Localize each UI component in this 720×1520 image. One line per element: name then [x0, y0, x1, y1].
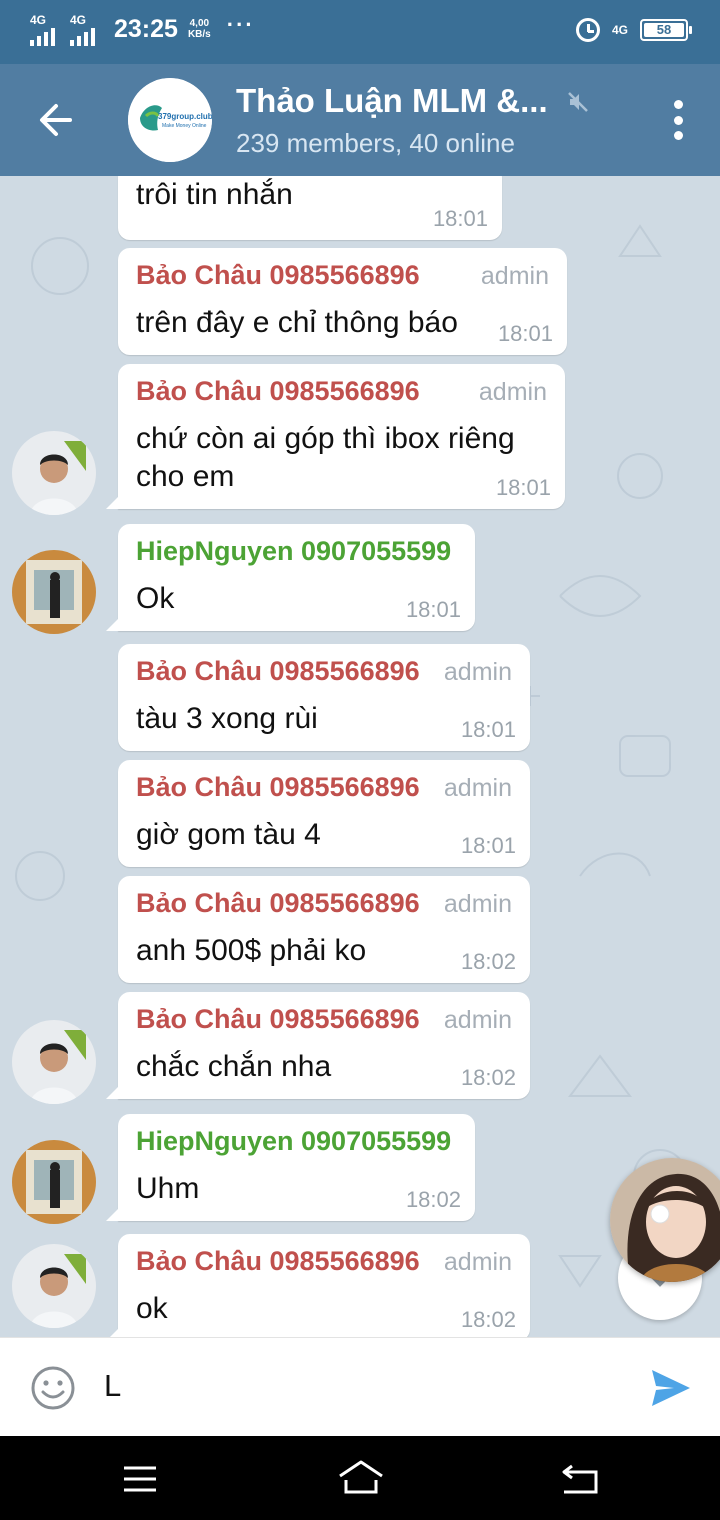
- avatar[interactable]: [12, 550, 96, 634]
- admin-badge: admin: [478, 378, 547, 406]
- status-bar: 4G 4G 23:25 4,00 KB/s ··· 4G 58: [0, 0, 720, 64]
- nav-back-button[interactable]: [560, 1462, 600, 1496]
- message-time: 18:02: [460, 949, 516, 974]
- sender-name[interactable]: Bảo Châu 0985566896: [136, 376, 420, 407]
- chat-header: 379group.club Make Money Online Thảo Luậ…: [0, 64, 720, 176]
- vertical-dots-icon[interactable]: [666, 100, 690, 140]
- sender-name[interactable]: Bảo Châu 0985566896: [136, 772, 420, 803]
- svg-text:379group.club: 379group.club: [158, 112, 212, 121]
- home-icon: [339, 1460, 383, 1494]
- more-notifications-icon: ···: [226, 12, 255, 37]
- speed-unit: KB/s: [187, 29, 211, 40]
- chat-title[interactable]: Thảo Luận MLM &...: [236, 82, 548, 120]
- system-navigation-bar: [0, 1436, 720, 1520]
- message-text: anh 500$ phải ko: [136, 934, 367, 967]
- message-text: giờ gom tàu 4: [136, 818, 321, 851]
- admin-badge: admin: [480, 262, 549, 290]
- nav-home-button[interactable]: [336, 1458, 386, 1498]
- message-bubble[interactable]: Bảo Châu 0985566896 admin chứ còn ai góp…: [106, 364, 565, 509]
- group-logo: 379group.club Make Money Online: [128, 78, 212, 162]
- message-bubble[interactable]: HiepNguyen 0907055599 Uhm 18:02: [106, 1114, 475, 1221]
- message-bubble[interactable]: Bảo Châu 0985566896 admin chắc chắn nha …: [106, 992, 530, 1099]
- return-icon: [562, 1464, 598, 1494]
- message-bubble[interactable]: Bảo Châu 0985566896 admin giờ gom tàu 4 …: [118, 760, 530, 867]
- message-text: trôi tin nhắn: [136, 178, 293, 211]
- speed-value: 4,00: [189, 18, 210, 29]
- signal-1-icon: 4G: [30, 13, 60, 46]
- alarm-icon: [575, 18, 600, 42]
- message-list[interactable]: trôi tin nhắn 18:01 Bảo Châu 0985566896 …: [0, 176, 720, 1337]
- svg-text:Make Money Online: Make Money Online: [162, 123, 207, 129]
- battery-icon: 58: [640, 19, 692, 41]
- message-bubble[interactable]: Bảo Châu 0985566896 admin trên đây e chỉ…: [118, 248, 567, 355]
- admin-badge: admin: [443, 658, 512, 686]
- emoji-button[interactable]: [30, 1365, 76, 1411]
- message-text: chứ còn ai góp thì ibox riêng: [136, 422, 515, 455]
- message-time: 18:01: [460, 833, 516, 858]
- message-time: 18:02: [460, 1307, 516, 1332]
- sender-name[interactable]: HiepNguyen 0907055599: [136, 536, 451, 567]
- admin-badge: admin: [443, 774, 512, 802]
- message-text: Ok: [136, 582, 175, 615]
- battery-level: 58: [644, 23, 684, 37]
- clock: 23:25: [114, 14, 178, 43]
- paper-plane-icon: [652, 1370, 690, 1406]
- message-text: trên đây e chỉ thông báo: [136, 306, 458, 339]
- message-time: 18:02: [460, 1065, 516, 1090]
- network-type-2: 4G: [70, 13, 87, 27]
- message-text: ok: [136, 1292, 168, 1325]
- admin-badge: admin: [443, 890, 512, 918]
- message-bubble[interactable]: Bảo Châu 0985566896 admin anh 500$ phải …: [118, 876, 530, 983]
- smiley-icon: [31, 1366, 75, 1410]
- member-count: 239 members, 40 online: [236, 128, 515, 158]
- message-bubble[interactable]: HiepNguyen 0907055599 Ok 18:01: [106, 524, 475, 631]
- avatar[interactable]: [12, 431, 96, 515]
- admin-badge: admin: [443, 1248, 512, 1276]
- sender-name[interactable]: Bảo Châu 0985566896: [136, 656, 420, 687]
- message-bubble[interactable]: trôi tin nhắn 18:01: [118, 176, 502, 240]
- sender-name[interactable]: HiepNguyen 0907055599: [136, 1126, 451, 1157]
- message-text: tàu 3 xong rùi: [136, 702, 318, 735]
- message-bubble[interactable]: Bảo Châu 0985566896 admin tàu 3 xong rùi…: [118, 644, 530, 751]
- arrow-left-icon: [40, 104, 72, 136]
- message-text: Uhm: [136, 1172, 200, 1205]
- message-time: 18:01: [495, 475, 551, 500]
- message-time: 18:02: [405, 1187, 461, 1212]
- message-time: 18:01: [497, 321, 553, 346]
- message-bubble[interactable]: Bảo Châu 0985566896 admin ok 18:02: [106, 1234, 530, 1337]
- hamburger-icon: [124, 1466, 156, 1492]
- signal-2-icon: 4G: [70, 13, 100, 46]
- message-time: 18:01: [460, 717, 516, 742]
- sender-name[interactable]: Bảo Châu 0985566896: [136, 888, 420, 919]
- network-speed: 4,00 KB/s: [188, 18, 211, 40]
- back-button[interactable]: [30, 94, 82, 146]
- network-type-right: 4G: [611, 23, 628, 37]
- message-time: 18:01: [405, 597, 461, 622]
- group-avatar[interactable]: 379group.club Make Money Online: [128, 78, 212, 162]
- sender-name[interactable]: Bảo Châu 0985566896: [136, 260, 420, 291]
- muted-speaker-icon: [566, 90, 590, 114]
- message-text: chắc chắn nha: [136, 1050, 332, 1083]
- avatar[interactable]: [12, 1020, 96, 1104]
- send-button[interactable]: [650, 1368, 692, 1408]
- nav-menu-button[interactable]: [122, 1464, 158, 1494]
- avatar[interactable]: [12, 1244, 96, 1328]
- sender-name[interactable]: Bảo Châu 0985566896: [136, 1004, 420, 1035]
- message-time: 18:01: [432, 206, 488, 231]
- message-composer: L: [0, 1337, 720, 1436]
- message-input[interactable]: L: [104, 1368, 121, 1404]
- admin-badge: admin: [443, 1006, 512, 1034]
- network-type-1: 4G: [30, 13, 47, 27]
- message-text: cho em: [136, 460, 235, 493]
- avatar[interactable]: [12, 1140, 96, 1224]
- sender-name[interactable]: Bảo Châu 0985566896: [136, 1246, 420, 1277]
